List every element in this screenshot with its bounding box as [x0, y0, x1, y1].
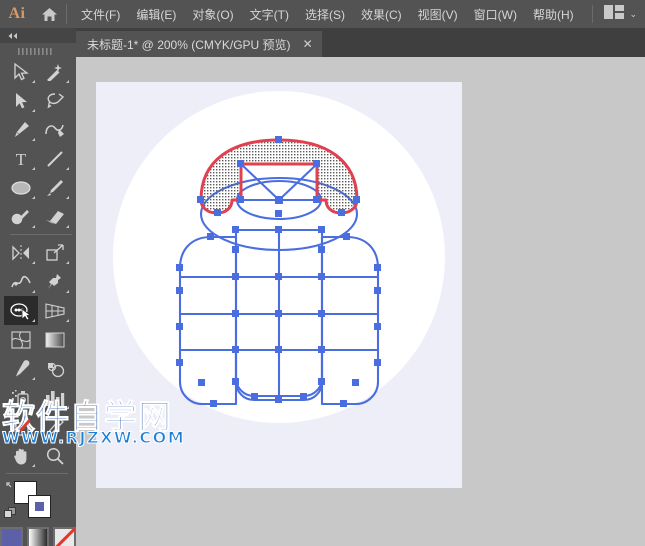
artboard-tool[interactable] [4, 412, 38, 441]
line-segment-tool[interactable] [38, 144, 72, 173]
workspace-layout-icon[interactable] [604, 4, 625, 24]
close-icon[interactable]: ✕ [303, 38, 313, 50]
perspective-grid-tool[interactable] [38, 296, 72, 325]
document-tab-title: 未标题-1* @ 200% (CMYK/GPU 预览) [87, 37, 291, 52]
home-icon[interactable] [34, 7, 64, 22]
menu-item-list: 文件(F) 编辑(E) 对象(O) 文字(T) 选择(S) 效果(C) 视图(V… [73, 2, 582, 27]
svg-text:T: T [16, 150, 27, 168]
fill-stroke-indicator [0, 477, 76, 523]
tool-corner-marker [32, 196, 35, 199]
tool-corner-marker [32, 80, 35, 83]
scale-tool[interactable] [38, 238, 72, 267]
eraser-tool[interactable] [38, 202, 72, 231]
tool-corner-marker [32, 319, 35, 322]
direct-selection-tool[interactable] [4, 86, 38, 115]
magic-wand-tool[interactable] [38, 57, 72, 86]
none-swatch[interactable] [53, 527, 77, 546]
menu-window[interactable]: 窗口(W) [466, 2, 525, 27]
ai-logo: Ai [8, 5, 26, 22]
artboard[interactable] [96, 82, 462, 488]
menu-type[interactable]: 文字(T) [242, 2, 297, 27]
tool-corner-marker [32, 138, 35, 141]
tool-corner-marker [66, 290, 69, 293]
tool-corner-marker [32, 261, 35, 264]
stroke-swatch-inner [35, 502, 44, 511]
menu-effect[interactable]: 效果(C) [353, 2, 410, 27]
slice-tool[interactable] [38, 412, 72, 441]
tool-corner-marker [66, 167, 69, 170]
menubar-divider [66, 4, 67, 24]
rotate-tool[interactable] [4, 238, 38, 267]
stroke-swatch[interactable] [28, 495, 51, 518]
symbol-sprayer-tool[interactable] [4, 383, 38, 412]
color-mode-row [0, 523, 77, 546]
double-chevron-left-icon[interactable] [0, 28, 76, 43]
shape-builder-tool[interactable] [4, 296, 38, 325]
document-tab-bar: 未标题-1* @ 200% (CMYK/GPU 预览) ✕ [76, 28, 645, 57]
selection-tool[interactable] [4, 57, 38, 86]
type-tool[interactable]: T [4, 144, 38, 173]
default-fill-square [4, 510, 12, 518]
blob-brush-tool[interactable] [4, 202, 38, 231]
tool-divider [10, 234, 72, 235]
column-graph-tool[interactable] [38, 383, 72, 412]
default-fill-stroke-icon[interactable] [4, 507, 17, 520]
puffer-jacket-vector[interactable] [96, 82, 462, 488]
width-tool[interactable] [4, 267, 38, 296]
paintbrush-tool[interactable] [38, 173, 72, 202]
tool-corner-marker [32, 464, 35, 467]
gradient-tool[interactable] [38, 325, 72, 354]
menu-select[interactable]: 选择(S) [297, 2, 353, 27]
menu-bar: Ai 文件(F) 编辑(E) 对象(O) 文字(T) 选择(S) 效果(C) 视… [0, 0, 645, 28]
tool-corner-marker [66, 196, 69, 199]
menu-object[interactable]: 对象(O) [184, 2, 241, 27]
pen-tool[interactable] [4, 115, 38, 144]
tool-corner-marker [66, 406, 69, 409]
tool-corner-marker [66, 225, 69, 228]
menu-edit[interactable]: 编辑(E) [128, 2, 184, 27]
workspace-divider [592, 5, 594, 23]
menu-view[interactable]: 视图(V) [410, 2, 466, 27]
mesh-tool[interactable] [4, 325, 38, 354]
tool-corner-marker [66, 261, 69, 264]
ellipse-tool[interactable] [4, 173, 38, 202]
tool-corner-marker [32, 109, 35, 112]
menu-file[interactable]: 文件(F) [73, 2, 128, 27]
tool-corner-marker [32, 167, 35, 170]
zoom-tool[interactable] [38, 441, 72, 470]
tool-corner-marker [66, 319, 69, 322]
panel-grip[interactable] [0, 43, 76, 57]
eyedropper-tool[interactable] [4, 354, 38, 383]
gradient-swatch[interactable] [26, 527, 50, 546]
chevron-down-icon[interactable]: ⌄ [629, 9, 637, 19]
tools-panel: T [0, 28, 77, 546]
tool-corner-marker [32, 225, 35, 228]
menu-help[interactable]: 帮助(H) [525, 2, 582, 27]
tool-corner-marker [32, 290, 35, 293]
lasso-tool[interactable] [38, 86, 72, 115]
tool-corner-marker [66, 435, 69, 438]
free-transform-tool[interactable] [38, 267, 72, 296]
tool-corner-marker [32, 377, 35, 380]
illustrator-window: Ai 文件(F) 编辑(E) 对象(O) 文字(T) 选择(S) 效果(C) 视… [0, 0, 645, 546]
tool-corner-marker [32, 406, 35, 409]
document-tab[interactable]: 未标题-1* @ 200% (CMYK/GPU 预览) ✕ [76, 31, 322, 57]
tool-grid: T [0, 57, 76, 470]
color-swatch[interactable] [0, 527, 23, 546]
hand-tool[interactable] [4, 441, 38, 470]
canvas-area[interactable] [76, 57, 645, 546]
none-slash [54, 527, 77, 546]
tool-corner-marker [66, 80, 69, 83]
curvature-tool[interactable] [38, 115, 72, 144]
blend-tool[interactable] [38, 354, 72, 383]
tool-divider-bottom [6, 473, 68, 474]
menubar-right-group: ⌄ [592, 0, 641, 28]
